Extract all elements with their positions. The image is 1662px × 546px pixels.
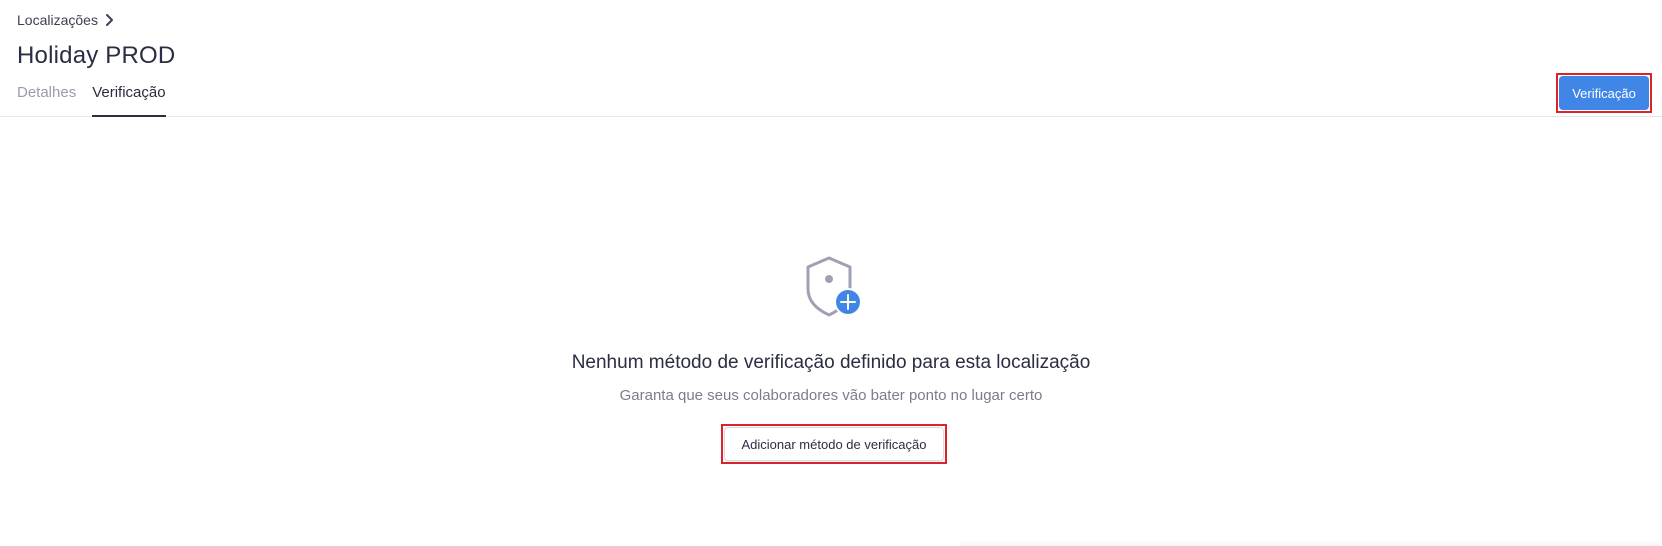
- breadcrumb[interactable]: Localizações: [17, 12, 114, 28]
- breadcrumb-link-localizacoes[interactable]: Localizações: [17, 12, 98, 28]
- chevron-right-icon: [105, 14, 113, 26]
- tab-bar: Detalhes Verificação: [17, 84, 166, 117]
- add-verification-method-button[interactable]: Adicionar método de verificação: [724, 427, 944, 461]
- page-title: Holiday PROD: [17, 42, 176, 69]
- empty-state-title: Nenhum método de verificação definido pa…: [571, 352, 1091, 373]
- empty-state: Nenhum método de verificação definido pa…: [0, 117, 1662, 546]
- empty-state-subtitle: Garanta que seus colaboradores vão bater…: [619, 387, 1043, 404]
- bottom-shadow: [960, 540, 1660, 546]
- tab-verificacao[interactable]: Verificação: [92, 84, 166, 117]
- shield-add-icon: [806, 256, 862, 317]
- verificacao-button[interactable]: Verificação: [1559, 76, 1649, 110]
- tab-detalhes[interactable]: Detalhes: [17, 84, 76, 117]
- page-header: Localizações Holiday PROD Detalhes Verif…: [0, 0, 1662, 117]
